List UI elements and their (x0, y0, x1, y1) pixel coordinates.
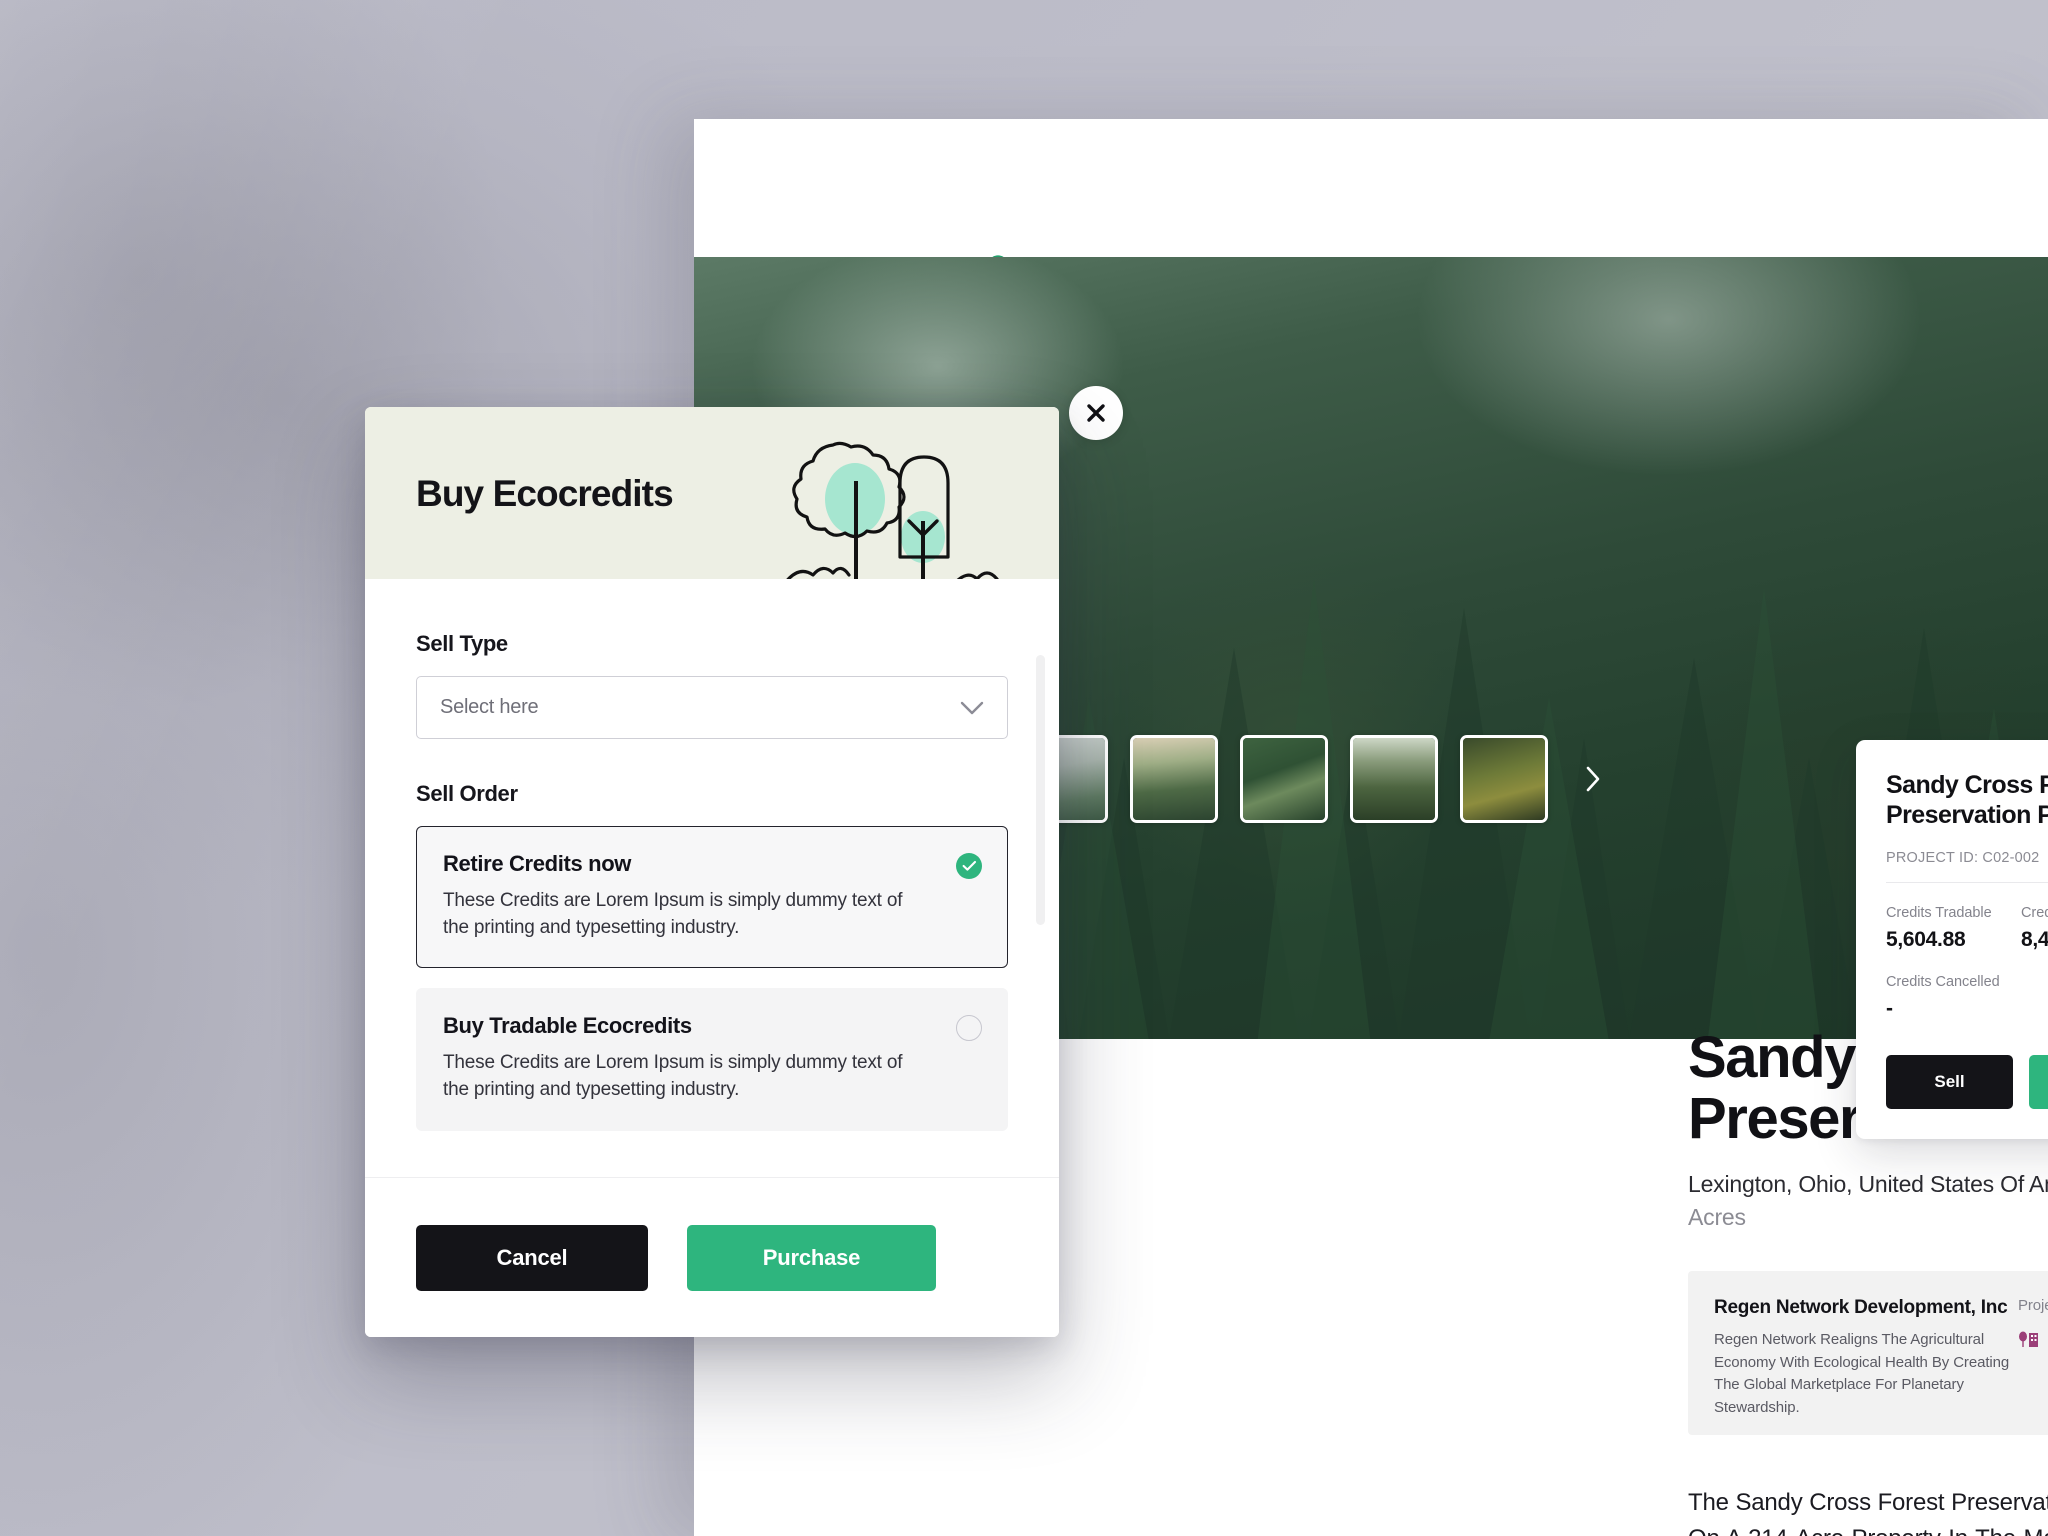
chevron-right-icon (1586, 766, 1600, 792)
modal-title: Buy Ecocredits (416, 473, 674, 514)
site-header (694, 119, 2048, 257)
modal-body: Sell Type Select here Sell Order Retire … (365, 579, 1059, 1177)
stat-label: Credits Cancelled (1886, 974, 2000, 990)
sell-type-label: Sell Type (416, 631, 508, 656)
stat-value: 8,409.12 (2021, 928, 2048, 951)
project-meta: Lexington, Ohio, United States Of Americ… (1688, 1168, 2048, 1233)
check-icon (962, 860, 976, 871)
developers-label: Project Developers (2018, 1297, 2048, 1314)
registry-column: Regen Network Development, Inc Regen Net… (1688, 1271, 2018, 1435)
chevron-down-icon (960, 701, 984, 714)
project-description: The Sandy Cross Forest Preservation Proj… (1688, 1489, 2048, 1536)
stat-credits-retired: Credits Retired 8,409.12 (2021, 905, 2048, 952)
sell-button[interactable]: Sell (1886, 1055, 2013, 1109)
buy-button[interactable]: Buy (2029, 1055, 2048, 1109)
option-description: These Credits are Lorem Ipsum is simply … (443, 1052, 903, 1101)
summary-card-project-id: PROJECT ID: C02-002 (1886, 850, 2040, 866)
summary-card-stats: Credits Tradable 5,604.88 Credits Retire… (1886, 905, 2048, 1021)
thumbnail-5[interactable] (1460, 735, 1548, 823)
registry-description: Regen Network Realigns The Agricultural … (1714, 1331, 2010, 1416)
option-title: Retire Credits now (443, 851, 632, 876)
option-description: These Credits are Lorem Ipsum is simply … (443, 890, 903, 939)
thumbnail-4[interactable] (1350, 735, 1438, 823)
stat-label: Credits Tradable (1886, 905, 1992, 921)
modal-header: Buy Ecocredits (365, 407, 1059, 579)
stat-credits-tradable: Credits Tradable 5,604.88 (1886, 905, 2021, 952)
close-icon (1087, 404, 1105, 422)
stat-credits-cancelled: Credits Cancelled - (1886, 974, 2021, 1021)
registry-name: Regen Network Development, Inc (1714, 1297, 2008, 1318)
developers-column: Project Developers Western Reserve Land … (2018, 1271, 2048, 1435)
thumbnail-2[interactable] (1130, 735, 1218, 823)
cancel-button[interactable]: Cancel (416, 1224, 648, 1291)
stat-value: 5,604.88 (1886, 928, 1966, 951)
purchase-button[interactable]: Purchase (687, 1224, 936, 1291)
sell-type-select[interactable]: Select here (416, 676, 1008, 739)
buy-ecocredits-modal: Buy Ecocredits Sell Type Select here Sel… (365, 407, 1059, 1337)
carousel-next-button[interactable] (1576, 762, 1610, 796)
option-title: Buy Tradable Ecocredits (443, 1013, 692, 1039)
sell-order-label: Sell Order (416, 781, 518, 806)
hero-thumbnail-carousel (1020, 735, 1610, 823)
sell-order-option-retire-credits[interactable]: Retire Credits now These Credits are Lor… (416, 826, 1008, 969)
summary-card-divider (1886, 882, 2048, 883)
modal-scrollbar[interactable] (1036, 655, 1045, 925)
modal-footer: Cancel Purchase (365, 1177, 1059, 1337)
sell-order-option-buy-tradable[interactable]: Buy Tradable Ecocredits These Credits ar… (416, 988, 1008, 1131)
project-location: Lexington, Ohio, United States Of Americ… (1688, 1170, 2048, 1197)
stat-value: - (1886, 997, 1893, 1020)
developer-entry: Western Reserve Land Conservancy (2018, 1328, 2048, 1351)
close-hero-button[interactable] (1069, 386, 1123, 440)
summary-card-actions: Sell Buy (1886, 1055, 2048, 1109)
building-tree-icon (2019, 1331, 2038, 1347)
project-summary-card: Sandy Cross Forest Preservation Project … (1856, 740, 2048, 1139)
check-circle-icon[interactable] (956, 853, 982, 879)
project-info-strip: Regen Network Development, Inc Regen Net… (1688, 1271, 2048, 1435)
sell-type-value: Select here (440, 696, 539, 718)
thumbnail-3[interactable] (1240, 735, 1328, 823)
summary-card-title: Sandy Cross Forest Preservation Project (1886, 771, 2048, 829)
tree-illustration (786, 441, 999, 579)
stat-label: Credits Retired (2021, 905, 2048, 921)
